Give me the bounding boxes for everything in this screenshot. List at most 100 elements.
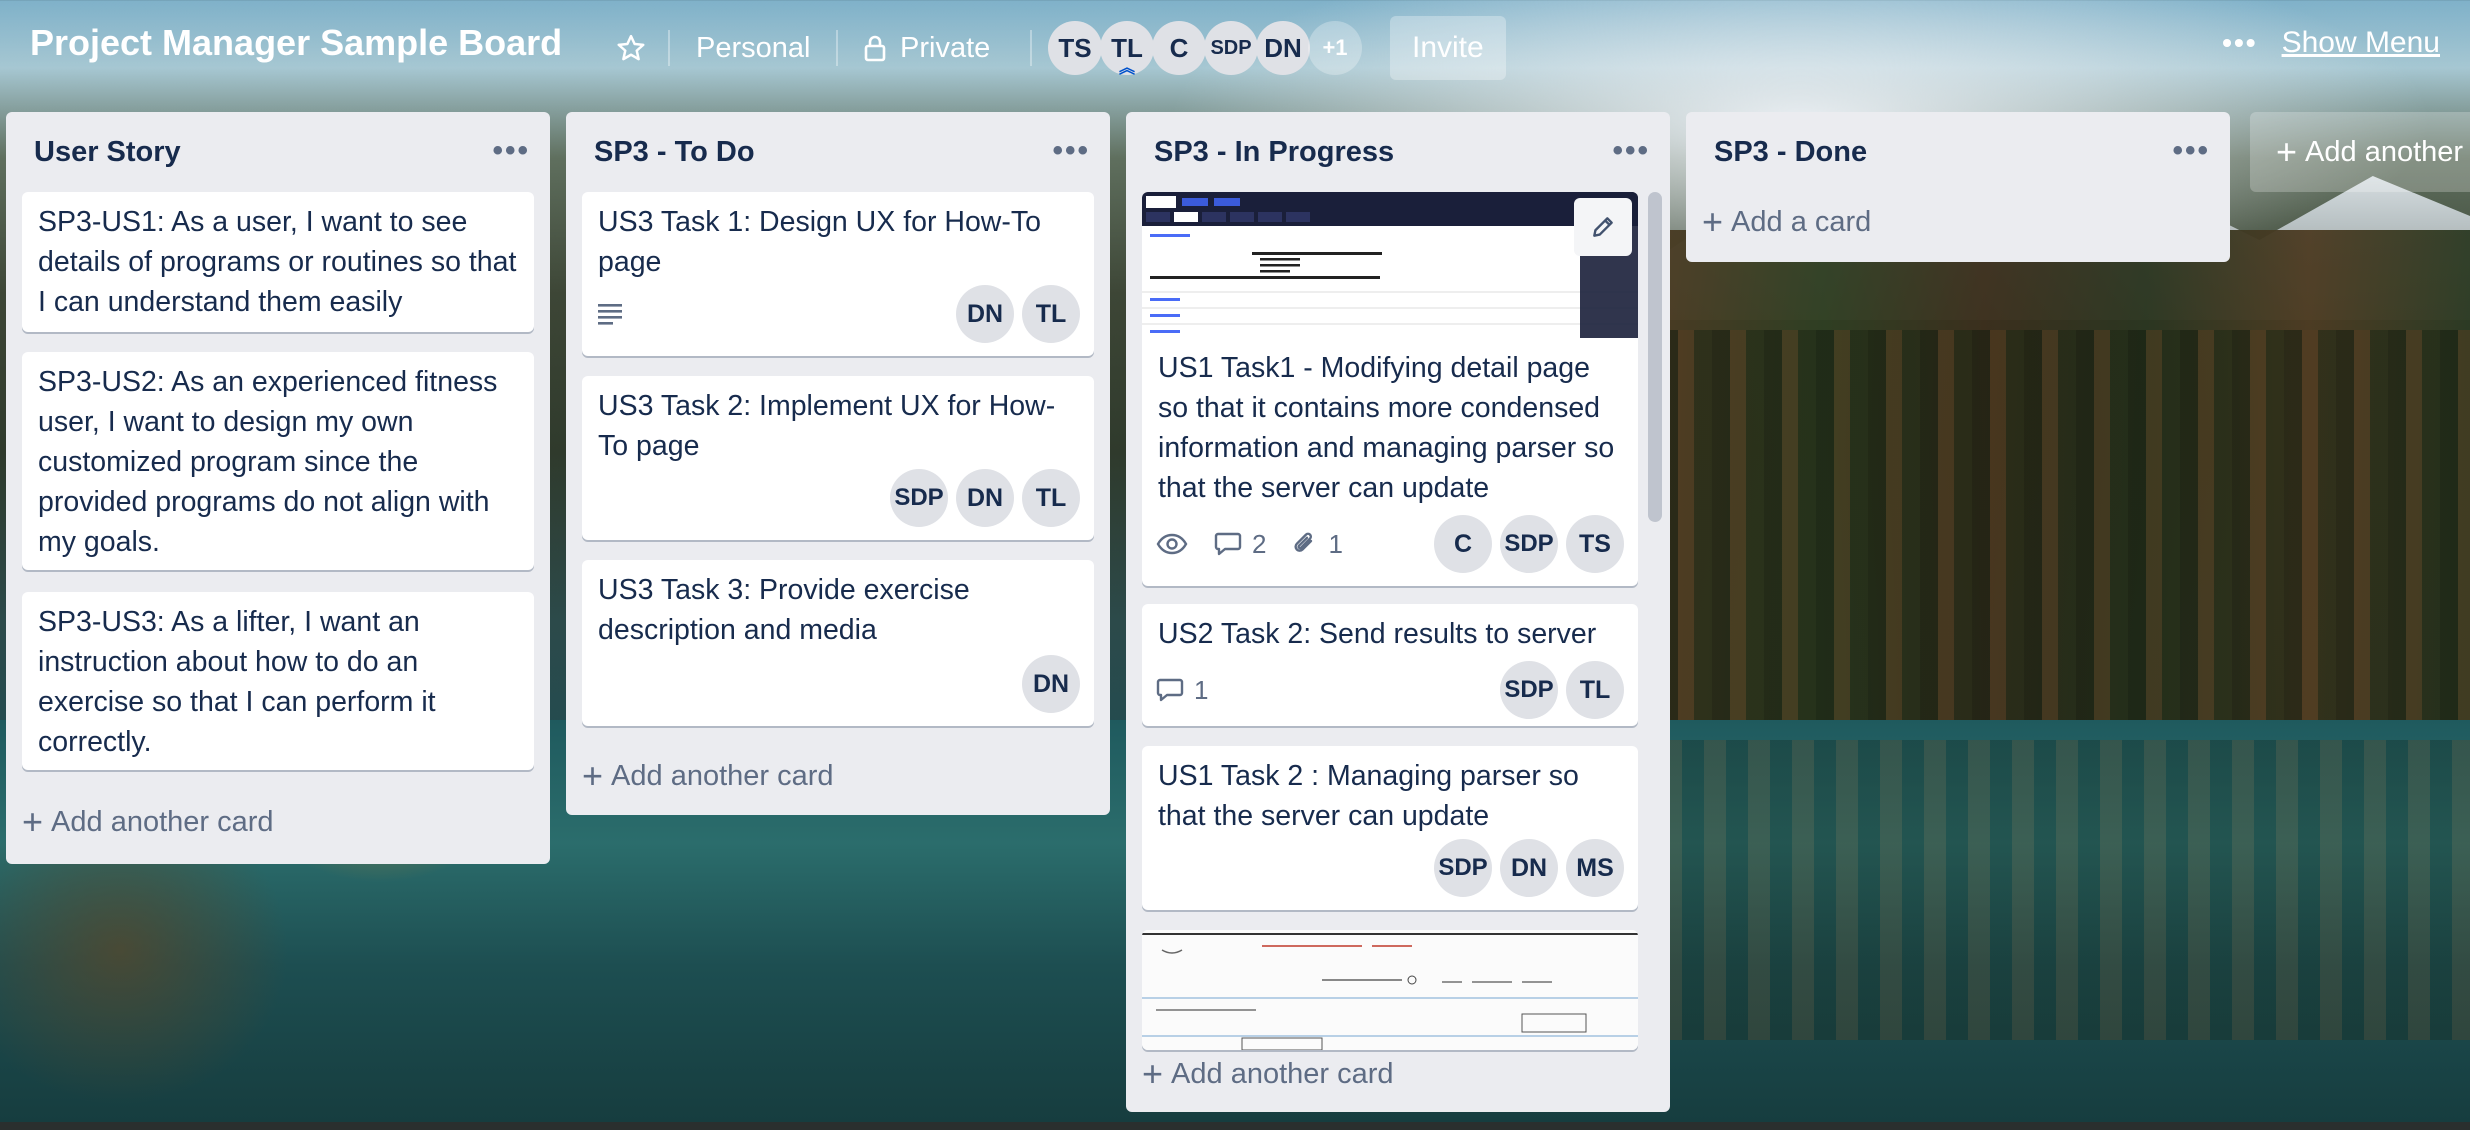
- card-cover-image: [1142, 192, 1638, 338]
- card[interactable]: SP3-US3: As a lifter, I want an instruct…: [22, 592, 534, 770]
- card-member-avatar[interactable]: SDP: [1500, 661, 1558, 719]
- card[interactable]: US3 Task 1: Design UX for How-To page DN…: [582, 192, 1094, 356]
- list-title[interactable]: SP3 - To Do: [594, 136, 755, 169]
- card-partial[interactable]: [1142, 930, 1638, 1050]
- card-member-avatar[interactable]: SDP: [890, 469, 948, 527]
- visibility-button[interactable]: Private: [848, 16, 1006, 80]
- add-list-button[interactable]: + Add another list: [2250, 112, 2470, 192]
- list-header[interactable]: SP3 - Done •••: [1686, 112, 2230, 192]
- board-title[interactable]: Project Manager Sample Board: [30, 22, 562, 64]
- card[interactable]: US3 Task 2: Implement UX for How-To page…: [582, 376, 1094, 540]
- card-member-avatar[interactable]: TL: [1022, 285, 1080, 343]
- card-footer: SDP DN MS: [1156, 838, 1624, 898]
- card-member-avatar[interactable]: TL: [1022, 469, 1080, 527]
- card[interactable]: SP3-US2: As an experienced fitness user,…: [22, 352, 534, 570]
- add-card-button[interactable]: + Add another card: [22, 804, 274, 840]
- more-members-button[interactable]: +1: [1308, 21, 1362, 75]
- plus-icon: +: [2276, 131, 2298, 172]
- star-icon: [617, 34, 645, 61]
- card-member-avatar[interactable]: TS: [1566, 515, 1624, 573]
- member-avatar[interactable]: DN: [1256, 21, 1310, 75]
- comments-badge: 1: [1156, 675, 1208, 706]
- list-menu-icon[interactable]: •••: [1612, 134, 1650, 168]
- member-avatar[interactable]: C: [1152, 21, 1206, 75]
- list-title[interactable]: SP3 - In Progress: [1154, 136, 1394, 169]
- board-header: Project Manager Sample Board Personal Pr…: [0, 0, 2470, 96]
- card-member-avatar[interactable]: TL: [1566, 661, 1624, 719]
- card-member-avatar[interactable]: C: [1434, 515, 1492, 573]
- background-forest-texture: [1660, 330, 2470, 750]
- add-card-button[interactable]: + Add another card: [1142, 1056, 1394, 1092]
- show-menu-button[interactable]: ••• Show Menu: [2222, 26, 2440, 60]
- plus-icon: +: [582, 755, 604, 796]
- bottom-bar: [0, 1122, 2470, 1130]
- card-footer: DN TL: [596, 284, 1080, 344]
- more-dots-icon: •••: [2222, 27, 2258, 58]
- card[interactable]: US1 Task 2 : Managing parser so that the…: [1142, 746, 1638, 910]
- list-title[interactable]: User Story: [34, 136, 181, 169]
- card-footer: 1 SDP TL: [1156, 660, 1624, 720]
- list-user-story: User Story ••• SP3-US1: As a user, I wan…: [6, 112, 550, 864]
- card-member-avatar[interactable]: DN: [1022, 655, 1080, 713]
- card-member-avatar[interactable]: DN: [956, 285, 1014, 343]
- lock-icon: [864, 35, 886, 62]
- star-button[interactable]: [606, 16, 656, 80]
- card[interactable]: US1 Task1 - Modifying detail page so tha…: [1142, 192, 1638, 586]
- card-title: US1 Task 2 : Managing parser so that the…: [1158, 760, 1579, 832]
- card-footer: 2 1 C SDP TS: [1156, 514, 1624, 574]
- card-footer: DN: [596, 654, 1080, 714]
- board-members: TS TL ︽ C SDP DN +1: [1048, 21, 1362, 77]
- card-title: SP3-US1: As a user, I want to see detail…: [38, 206, 517, 318]
- list-menu-icon[interactable]: •••: [2172, 134, 2210, 168]
- add-card-label: Add another card: [1171, 1057, 1394, 1090]
- plus-icon: +: [22, 801, 44, 842]
- plus-icon: +: [1702, 201, 1724, 242]
- plus-icon: +: [1142, 1053, 1164, 1094]
- attachment-count: 1: [1328, 528, 1343, 559]
- list-menu-icon[interactable]: •••: [492, 134, 530, 168]
- list-scrollbar[interactable]: [1648, 192, 1662, 522]
- list-header[interactable]: SP3 - In Progress •••: [1126, 112, 1670, 192]
- card[interactable]: US3 Task 3: Provide exercise description…: [582, 560, 1094, 726]
- card-badges: 2 1: [1156, 529, 1343, 560]
- card-footer: SDP DN TL: [596, 468, 1080, 528]
- card-members: SDP TL: [1500, 661, 1624, 719]
- card-badges: [596, 301, 624, 327]
- background-forest: [1660, 230, 2470, 730]
- card[interactable]: US2 Task 2: Send results to server 1 SDP…: [1142, 604, 1638, 726]
- card-members: SDP DN MS: [1434, 839, 1624, 897]
- header-divider: [1030, 30, 1032, 66]
- member-avatar[interactable]: TS: [1048, 21, 1102, 75]
- admin-chevron-icon: ︽: [1118, 60, 1136, 77]
- background-lake-reflection: [1660, 740, 2470, 1040]
- add-list-label: Add another list: [2305, 135, 2470, 168]
- list-menu-icon[interactable]: •••: [1052, 134, 1090, 168]
- show-menu-label: Show Menu: [2281, 26, 2440, 59]
- add-card-label: Add another card: [51, 805, 274, 838]
- add-card-button[interactable]: + Add a card: [1702, 204, 1871, 240]
- card-title: SP3-US3: As a lifter, I want an instruct…: [38, 606, 436, 758]
- list-header[interactable]: User Story •••: [6, 112, 550, 192]
- list-header[interactable]: SP3 - To Do •••: [566, 112, 1110, 192]
- list-title[interactable]: SP3 - Done: [1714, 136, 1867, 169]
- workspace-button[interactable]: Personal: [680, 16, 826, 80]
- add-card-button[interactable]: + Add another card: [582, 758, 834, 794]
- invite-button[interactable]: Invite: [1390, 16, 1506, 80]
- card[interactable]: SP3-US1: As a user, I want to see detail…: [22, 192, 534, 332]
- card-member-avatar[interactable]: DN: [956, 469, 1014, 527]
- card-member-avatar[interactable]: SDP: [1500, 515, 1558, 573]
- header-divider: [836, 30, 838, 66]
- card-members: DN TL: [956, 285, 1080, 343]
- edit-card-button[interactable]: [1574, 198, 1632, 256]
- member-avatar[interactable]: SDP: [1204, 21, 1258, 75]
- description-icon: [598, 304, 622, 325]
- card-cover-sketch-image: [1142, 930, 1638, 1050]
- member-avatar-admin[interactable]: TL ︽: [1100, 21, 1154, 77]
- cover-screenshot-thumbnail: [1142, 192, 1638, 338]
- card-member-avatar[interactable]: SDP: [1434, 839, 1492, 897]
- card-member-avatar[interactable]: MS: [1566, 839, 1624, 897]
- card-member-avatar[interactable]: DN: [1500, 839, 1558, 897]
- card-title: US2 Task 2: Send results to server: [1158, 618, 1597, 650]
- comment-icon: [1214, 532, 1242, 556]
- header-divider: [668, 30, 670, 66]
